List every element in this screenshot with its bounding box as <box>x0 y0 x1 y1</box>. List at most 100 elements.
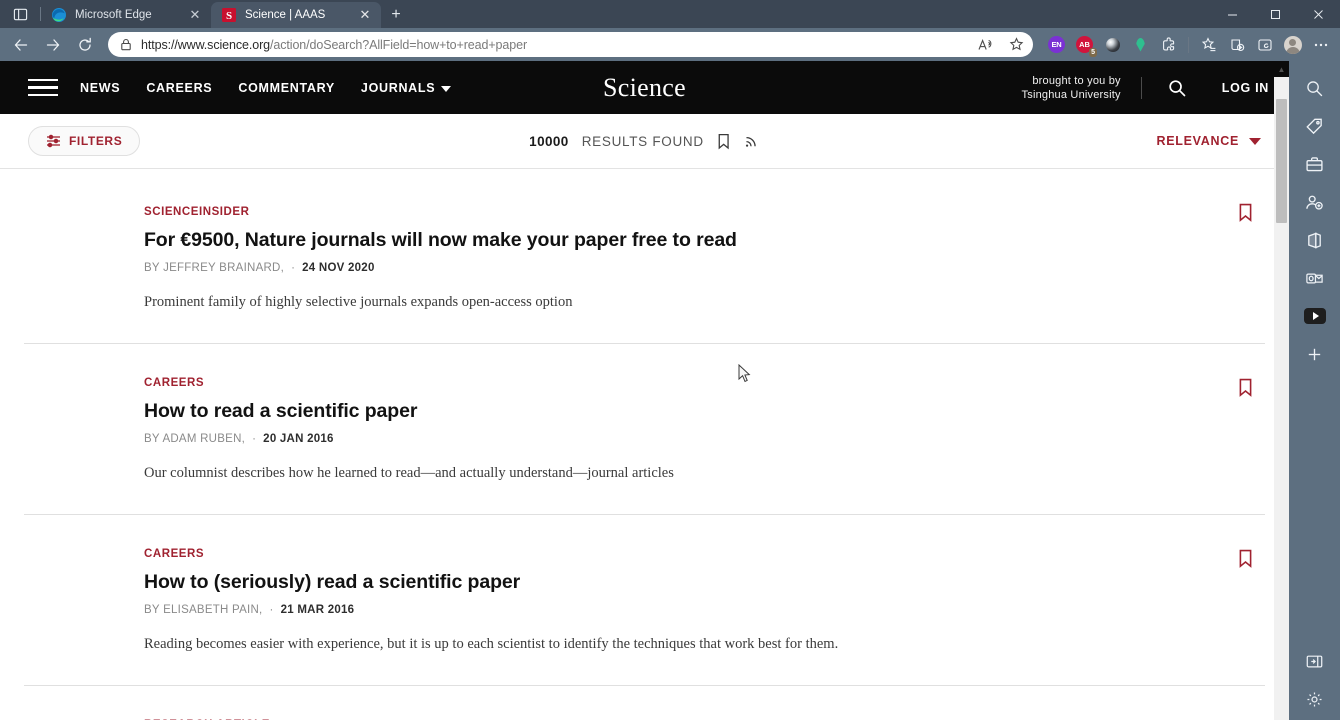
result-title[interactable]: How to read a scientific paper <box>144 399 1265 423</box>
tab-microsoft-edge[interactable]: Microsoft Edge ✕ <box>41 2 211 28</box>
lock-icon <box>118 37 133 52</box>
nav-item-commentary[interactable]: COMMENTARY <box>238 81 335 95</box>
result-description: Reading becomes easier with experience, … <box>144 636 839 653</box>
result-meta: BY JEFFREY BRAINARD, · 24 NOV 2020 <box>144 262 1265 274</box>
collections-icon[interactable] <box>1223 31 1250 59</box>
settings-more-icon[interactable] <box>1307 31 1334 59</box>
office-icon[interactable] <box>1298 223 1332 257</box>
scrollbar-thumb[interactable] <box>1276 99 1287 223</box>
result-item[interactable]: RESEARCH ARTICLE A comprehensive long-re… <box>24 686 1265 720</box>
bookmark-icon[interactable] <box>1238 549 1253 573</box>
browser-window: Microsoft Edge ✕ S Science | AAAS ✕ + ht… <box>0 0 1340 720</box>
result-item[interactable]: CAREERS How to read a scientific paper B… <box>24 344 1265 515</box>
tab-science-aaas[interactable]: S Science | AAAS ✕ <box>211 2 381 28</box>
filters-label: FILTERS <box>69 134 123 148</box>
chevron-down-icon <box>441 85 452 92</box>
sort-label: RELEVANCE <box>1156 134 1239 148</box>
tab-close-icon[interactable]: ✕ <box>357 7 373 23</box>
result-title[interactable]: For €9500, Nature journals will now make… <box>144 228 1265 252</box>
shopping-tag-icon[interactable] <box>1298 109 1332 143</box>
header-divider <box>1140 76 1142 99</box>
new-tab-button[interactable]: + <box>381 2 411 28</box>
search-results-list: SCIENCEINSIDER For €9500, Nature journal… <box>0 169 1289 720</box>
minimize-button[interactable] <box>1211 0 1254 28</box>
save-search-bookmark-icon[interactable] <box>717 133 731 150</box>
browser-essentials-icon[interactable] <box>1251 31 1278 59</box>
result-kicker: CAREERS <box>144 547 205 560</box>
login-button[interactable]: LOG IN <box>1222 81 1269 95</box>
search-icon[interactable] <box>1164 75 1190 101</box>
expand-panel-icon[interactable] <box>1298 644 1332 678</box>
youtube-icon[interactable] <box>1298 299 1332 333</box>
sponsor-line-1: brought to you by <box>1032 74 1121 87</box>
chevron-down-icon <box>1249 137 1261 145</box>
site-logo[interactable]: Science <box>603 73 686 103</box>
result-title[interactable]: How to (seriously) read a scientific pap… <box>144 570 1265 594</box>
reload-icon[interactable] <box>70 31 100 59</box>
tab-actions-icon[interactable] <box>0 0 40 28</box>
maximize-restore-button[interactable] <box>1254 0 1297 28</box>
copilot-person-icon[interactable] <box>1298 185 1332 219</box>
ab-badge-count: 5 <box>1089 48 1097 57</box>
result-item[interactable]: SCIENCEINSIDER For €9500, Nature journal… <box>24 169 1265 344</box>
address-bar[interactable]: https://www.science.org/action/doSearch?… <box>108 32 1033 57</box>
scroll-up-arrow-icon[interactable]: ▲ <box>1274 61 1289 77</box>
add-favorite-icon[interactable] <box>1005 34 1027 55</box>
url-text: https://www.science.org/action/doSearch?… <box>141 38 967 52</box>
window-controls <box>1211 0 1340 28</box>
filters-button[interactable]: FILTERS <box>28 126 141 156</box>
browser-titlebar: Microsoft Edge ✕ S Science | AAAS ✕ + <box>0 0 1340 28</box>
close-button[interactable] <box>1297 0 1340 28</box>
language-en-badge[interactable]: EN <box>1043 31 1070 59</box>
result-kicker: CAREERS <box>144 376 205 389</box>
sidebar-settings-gear-icon[interactable] <box>1298 682 1332 716</box>
result-author: BY JEFFREY BRAINARD, <box>144 262 285 275</box>
outlook-icon[interactable] <box>1298 261 1332 295</box>
sponsor-line-2: Tsinghua University <box>1021 88 1121 101</box>
hamburger-menu-icon[interactable] <box>28 77 58 99</box>
profile-avatar[interactable] <box>1279 31 1306 59</box>
result-author: BY ADAM RUBEN, <box>144 433 246 446</box>
results-summary: 10000 RESULTS FOUND <box>529 133 760 150</box>
browser-toolbar-icons: EN AB 5 <box>1041 31 1334 59</box>
sponsor-text: brought to you by Tsinghua University <box>1022 74 1121 102</box>
result-date: 24 NOV 2020 <box>302 262 375 275</box>
work-briefcase-icon[interactable] <box>1298 147 1332 181</box>
read-aloud-icon[interactable] <box>975 34 997 55</box>
site-nav: NEWS CAREERS COMMENTARY JOURNALS <box>80 81 452 95</box>
tab-close-icon[interactable]: ✕ <box>187 7 203 23</box>
en-badge-label: EN <box>1048 36 1065 53</box>
pin-icon[interactable] <box>1127 31 1154 59</box>
filter-bar: FILTERS 10000 RESULTS FOUND RELEVANCE <box>0 114 1289 169</box>
nav-item-news[interactable]: NEWS <box>80 81 120 95</box>
search-icon[interactable] <box>1298 71 1332 105</box>
sort-dropdown[interactable]: RELEVANCE <box>1157 134 1261 148</box>
bookmark-icon[interactable] <box>1238 203 1253 227</box>
forward-icon[interactable] <box>38 31 68 59</box>
edge-icon <box>51 7 67 23</box>
result-kicker: SCIENCEINSIDER <box>144 206 250 218</box>
site-header: NEWS CAREERS COMMENTARY JOURNALS Science… <box>0 61 1289 114</box>
svg-text:S: S <box>226 10 232 22</box>
browser-navbar: https://www.science.org/action/doSearch?… <box>0 28 1340 61</box>
nav-item-journals[interactable]: JOURNALS <box>361 81 452 95</box>
meta-dot: · <box>291 262 296 275</box>
result-item[interactable]: CAREERS How to (seriously) read a scient… <box>24 515 1265 686</box>
site-header-right: brought to you by Tsinghua University LO… <box>1022 74 1289 102</box>
rss-feed-icon[interactable] <box>744 133 760 149</box>
add-sidebar-icon[interactable] <box>1298 337 1332 371</box>
favorites-icon[interactable] <box>1195 31 1222 59</box>
results-label: RESULTS FOUND <box>581 133 704 149</box>
extensions-icon[interactable] <box>1155 31 1182 59</box>
ab-translate-badge[interactable]: AB 5 <box>1071 31 1098 59</box>
results-count: 10000 <box>529 133 569 149</box>
sphere-icon[interactable] <box>1099 31 1126 59</box>
page-viewport: NEWS CAREERS COMMENTARY JOURNALS Science… <box>0 61 1289 720</box>
result-author: BY ELISABETH PAIN, <box>144 604 263 617</box>
back-icon[interactable] <box>6 31 36 59</box>
bookmark-icon[interactable] <box>1238 378 1253 402</box>
meta-dot: · <box>252 433 257 446</box>
result-description: Our columnist describes how he learned t… <box>144 465 674 482</box>
page-scrollbar[interactable]: ▲ <box>1274 61 1289 720</box>
nav-item-careers[interactable]: CAREERS <box>146 81 212 95</box>
